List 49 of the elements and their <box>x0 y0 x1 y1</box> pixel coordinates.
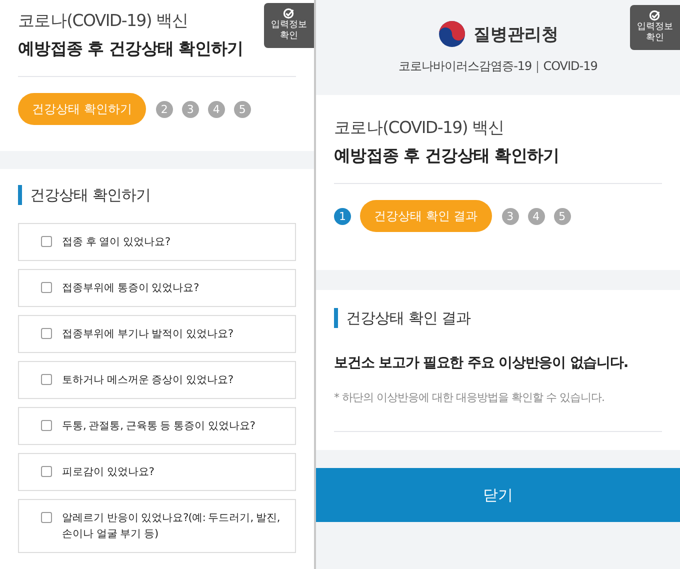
page-title: 코로나(COVID-19) 백신 <box>334 117 504 139</box>
question-option[interactable]: 토하거나 메스꺼운 증상이 있었나요? <box>18 361 296 399</box>
checkbox[interactable] <box>41 466 52 477</box>
question-option[interactable]: 피로감이 있었나요? <box>18 453 296 491</box>
question-option[interactable]: 접종 후 열이 있었나요? <box>18 223 296 261</box>
checkbox[interactable] <box>41 236 52 247</box>
section-heading: 건강상태 확인 결과 <box>346 308 471 328</box>
question-text: 알레르기 반응이 있었나요?(예: 두드러기, 발진, 손이나 얼굴 부기 등) <box>62 511 281 542</box>
result-message: 보건소 보고가 필요한 주요 이상반응이 없습니다. <box>334 354 630 372</box>
current-step: 건강상태 확인 결과 <box>360 200 492 232</box>
checkbox[interactable] <box>41 328 52 339</box>
checkbox[interactable] <box>41 512 52 523</box>
result-note: * 하단의 이상반응에 대한 대응방법을 확인할 수 있습니다. <box>334 390 606 405</box>
step-number: 1 <box>334 208 351 224</box>
question-option[interactable]: 두통, 관절통, 근육통 등 통증이 있었나요? <box>18 407 296 445</box>
step-number: 4 <box>528 208 545 224</box>
page-heading: 예방접종 후 건강상태 확인하기 <box>18 38 244 60</box>
checkbox[interactable] <box>41 374 52 385</box>
question-text: 토하거나 메스꺼운 증상이 있었나요? <box>62 373 234 388</box>
step-number: 2 <box>156 100 173 118</box>
current-step: 건강상태 확인하기 <box>18 93 146 125</box>
agency-name: 질병관리청 <box>474 24 558 46</box>
question-option[interactable]: 접종부위에 통증이 있었나요? <box>18 269 296 307</box>
page-title: 코로나(COVID-19) 백신 <box>18 10 188 32</box>
checkbox[interactable] <box>41 420 52 431</box>
check-icon <box>649 10 661 21</box>
step-number: 3 <box>182 100 199 118</box>
info-check-button[interactable]: 입력정보 확인 <box>264 3 314 48</box>
header-subtitle: 코로나바이러스감염증-19｜COVID-19 <box>398 58 598 75</box>
info-check-button[interactable]: 입력정보 확인 <box>630 5 680 50</box>
accent-bar <box>18 185 22 205</box>
close-button[interactable]: 닫기 <box>316 468 680 522</box>
question-text: 접종 후 열이 있었나요? <box>62 235 170 250</box>
question-text: 접종부위에 통증이 있었나요? <box>62 281 199 296</box>
emblem-icon <box>438 20 466 48</box>
step-number: 5 <box>234 100 251 118</box>
accent-bar <box>334 308 338 328</box>
step-number: 5 <box>554 208 571 224</box>
section-heading: 건강상태 확인하기 <box>30 186 150 204</box>
question-text: 두통, 관절통, 근육통 등 통증이 있었나요? <box>62 419 255 434</box>
question-text: 접종부위에 부기나 발적이 있었나요? <box>62 327 234 342</box>
page-heading: 예방접종 후 건강상태 확인하기 <box>334 145 560 167</box>
step-number: 4 <box>208 100 225 118</box>
step-number: 3 <box>502 208 519 224</box>
checkbox[interactable] <box>41 282 52 293</box>
question-option[interactable]: 접종부위에 부기나 발적이 있었나요? <box>18 315 296 353</box>
question-option[interactable]: 알레르기 반응이 있었나요?(예: 두드러기, 발진, 손이나 얼굴 부기 등) <box>18 499 296 553</box>
check-icon <box>283 8 295 19</box>
question-text: 피로감이 있었나요? <box>62 465 154 480</box>
